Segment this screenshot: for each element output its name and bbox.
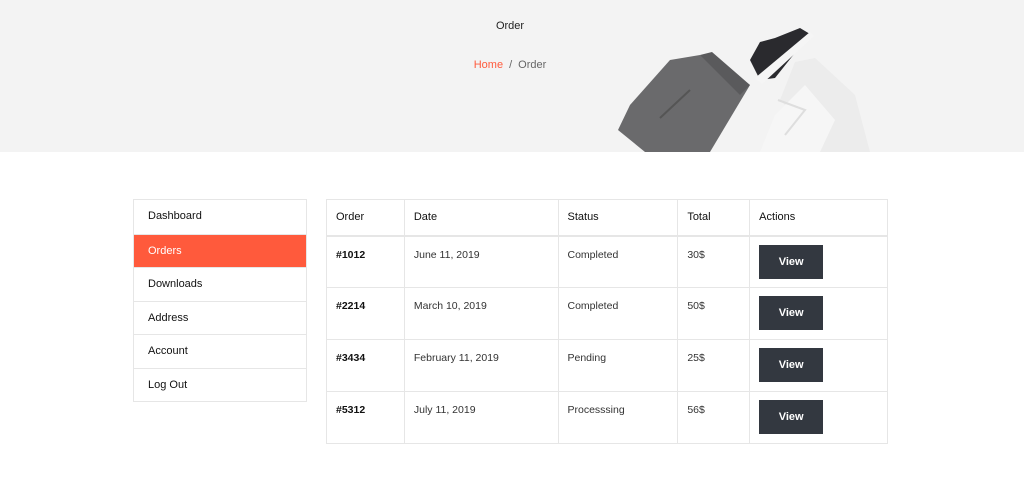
column-header-total: Total bbox=[677, 199, 751, 237]
sidebar-item-dashboard[interactable]: Dashboard bbox=[134, 200, 306, 234]
order-actions: View bbox=[749, 235, 888, 288]
breadcrumb-current: Order bbox=[518, 59, 547, 71]
order-number: #3434 bbox=[326, 339, 405, 392]
order-date: March 10, 2019 bbox=[403, 287, 559, 340]
order-number: #5312 bbox=[326, 391, 405, 444]
sidebar-item-account[interactable]: Account bbox=[134, 334, 306, 368]
column-header-status: Status bbox=[557, 199, 679, 237]
order-actions: View bbox=[749, 391, 888, 444]
table-row: #3434 February 11, 2019 Pending 25$ View bbox=[326, 339, 888, 392]
order-date: February 11, 2019 bbox=[403, 339, 559, 392]
sidebar-item-address[interactable]: Address bbox=[134, 300, 306, 335]
order-total: 30$ bbox=[677, 235, 751, 288]
page-banner: Order Home / Order bbox=[0, 0, 1024, 152]
breadcrumb-separator: / bbox=[509, 59, 513, 71]
column-header-actions: Actions bbox=[749, 199, 888, 237]
sidebar-item-downloads[interactable]: Downloads bbox=[134, 267, 306, 301]
order-total: 56$ bbox=[677, 391, 751, 444]
view-order-button[interactable]: View bbox=[759, 400, 824, 434]
view-order-button[interactable]: View bbox=[759, 296, 824, 330]
column-header-date: Date bbox=[403, 199, 559, 237]
account-sidebar: Dashboard Orders Downloads Address Accou… bbox=[133, 199, 307, 402]
order-status: Processsing bbox=[557, 391, 679, 444]
table-row: #5312 July 11, 2019 Processsing 56$ View bbox=[326, 391, 888, 444]
orders-table: Order Date Status Total Actions #1012 Ju… bbox=[326, 199, 888, 444]
order-number: #2214 bbox=[326, 287, 405, 340]
sidebar-item-logout[interactable]: Log Out bbox=[134, 367, 306, 402]
view-order-button[interactable]: View bbox=[759, 244, 824, 279]
order-status: Completed bbox=[557, 287, 679, 340]
order-status: Pending bbox=[557, 339, 679, 392]
clothing-flatlay-image bbox=[618, 28, 870, 152]
order-actions: View bbox=[749, 339, 888, 392]
view-order-button[interactable]: View bbox=[759, 348, 824, 382]
breadcrumb-home-link[interactable]: Home bbox=[474, 59, 503, 71]
order-status: Completed bbox=[557, 235, 679, 288]
table-row: #2214 March 10, 2019 Completed 50$ View bbox=[326, 287, 888, 340]
order-actions: View bbox=[749, 287, 888, 340]
order-total: 50$ bbox=[677, 287, 751, 340]
sidebar-item-orders[interactable]: Orders bbox=[134, 233, 306, 267]
order-number: #1012 bbox=[326, 235, 405, 288]
table-row: #1012 June 11, 2019 Completed 30$ View bbox=[326, 235, 888, 288]
column-header-order: Order bbox=[326, 199, 405, 237]
order-date: July 11, 2019 bbox=[403, 391, 559, 444]
table-header-row: Order Date Status Total Actions bbox=[326, 199, 888, 237]
order-date: June 11, 2019 bbox=[403, 235, 559, 288]
order-total: 25$ bbox=[677, 339, 751, 392]
